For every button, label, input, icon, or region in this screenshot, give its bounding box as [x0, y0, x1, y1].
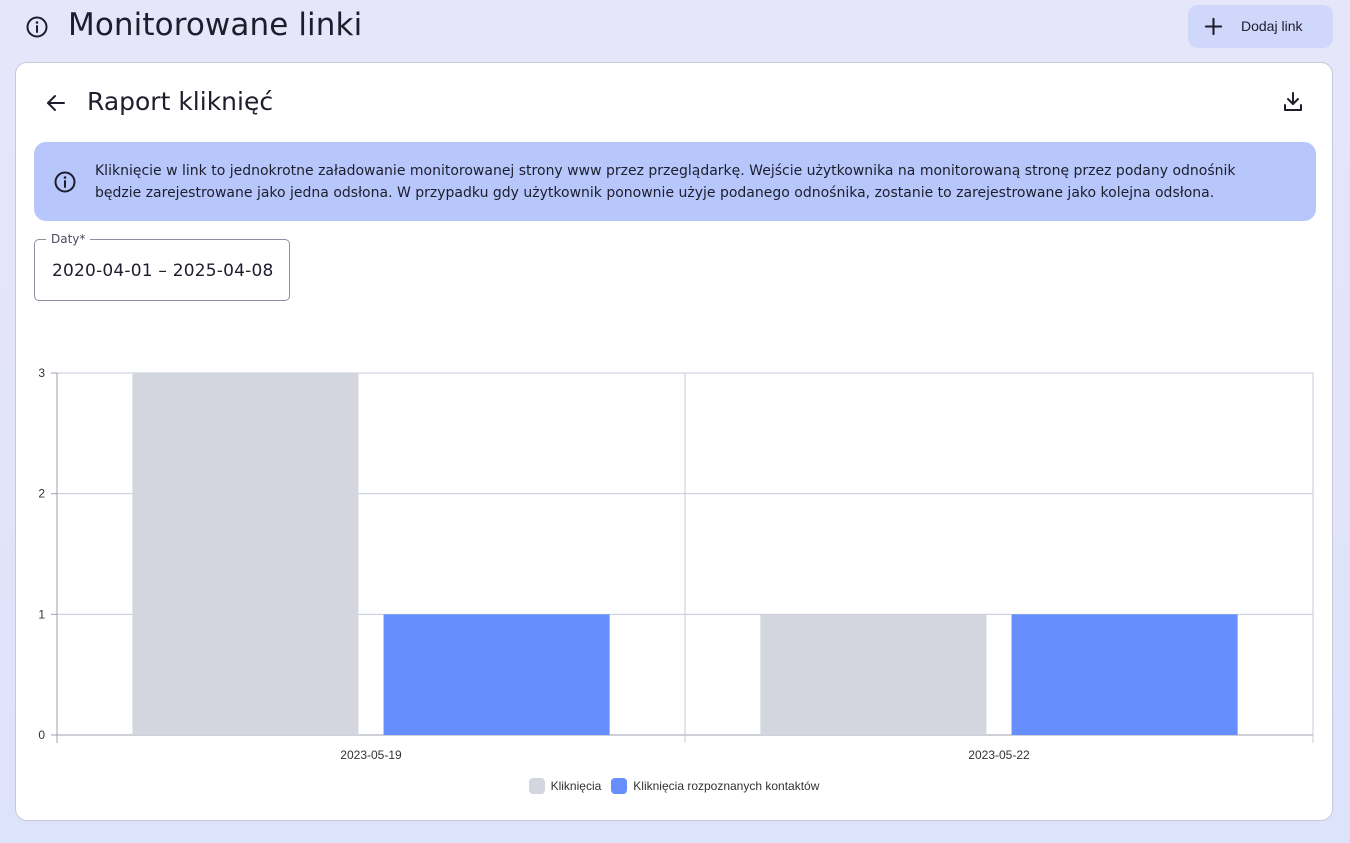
arrow-back-icon[interactable] — [44, 91, 68, 115]
page-title: Monitorowane linki — [68, 7, 363, 43]
info-alert-text: Kliknięcie w link to jednokrotne załadow… — [95, 163, 1236, 201]
date-range-field[interactable]: Daty* 2020-04-01 – 2025-04-08 — [34, 231, 290, 301]
plus-icon — [1204, 17, 1223, 36]
legend-label: Kliknięcia rozpoznanych kontaktów — [633, 779, 820, 793]
bar-recognized-clicks — [1011, 614, 1238, 735]
info-alert: Kliknięcie w link to jednokrotne załadow… — [34, 142, 1316, 221]
clicks-bar-chart: 0 1 2 3 2023-05-19 2023-05-22 Kliknięcia Klikn… — [16, 353, 1332, 813]
legend-item[interactable]: Kliknięcia — [528, 776, 602, 796]
chart-canvas: 0 1 2 3 2023-05-19 2023-05-22 — [38, 366, 1314, 762]
legend-label: Kliknięcia — [550, 779, 602, 793]
legend-swatch — [611, 778, 628, 794]
clicks-report-card: Raport kliknięć Kliknięcie w link to jed… — [15, 62, 1333, 821]
top-bar: Monitorowane linki Dodaj link — [0, 0, 1350, 54]
y-tick-label: 3 — [38, 366, 45, 380]
y-tick-label: 1 — [38, 607, 45, 621]
bar-clicks — [132, 373, 359, 735]
y-tick-label: 2 — [38, 487, 45, 501]
chart-legend: Kliknięcia Kliknięcia rozpoznanych kontak… — [16, 776, 1332, 796]
legend-item[interactable]: Kliknięcia rozpoznanych kontaktów — [611, 776, 819, 796]
add-link-label: Dodaj link — [1241, 18, 1303, 34]
bar-clicks — [760, 614, 987, 735]
add-link-button[interactable]: Dodaj link — [1188, 5, 1333, 48]
date-range-value: 2020-04-01 – 2025-04-08 — [52, 261, 274, 281]
bar-recognized-clicks — [383, 614, 610, 735]
y-tick-label: 0 — [38, 728, 45, 742]
download-icon[interactable] — [1281, 90, 1305, 114]
info-icon[interactable] — [25, 15, 49, 39]
legend-swatch — [528, 778, 545, 794]
x-tick-label: 2023-05-22 — [968, 748, 1030, 762]
date-range-label: Daty* — [46, 231, 91, 247]
report-title: Raport kliknięć — [87, 87, 274, 116]
x-tick-label: 2023-05-19 — [340, 748, 402, 762]
info-icon — [54, 171, 76, 193]
